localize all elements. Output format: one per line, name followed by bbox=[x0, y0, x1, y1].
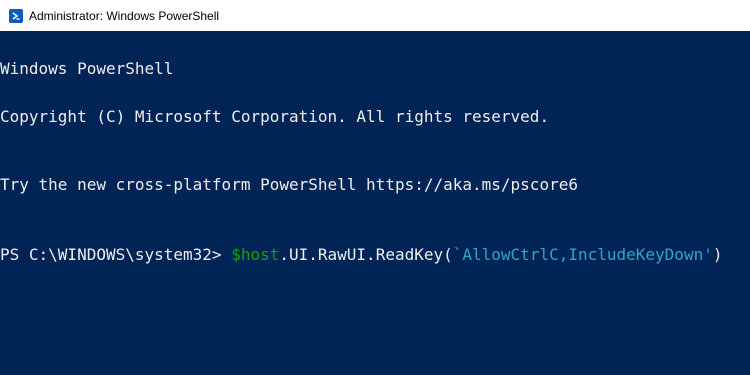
title-bar[interactable]: Administrator: Windows PowerShell bbox=[0, 0, 750, 31]
command-argument: `AllowCtrlC,IncludeKeyDown' bbox=[452, 245, 713, 264]
command-line[interactable]: PS C:\WINDOWS\system32> $host.UI.RawUI.R… bbox=[0, 247, 750, 263]
prompt-text: PS C:\WINDOWS\system32> bbox=[0, 245, 232, 264]
window-title: Administrator: Windows PowerShell bbox=[29, 8, 220, 23]
console-line-header: Windows PowerShell bbox=[0, 59, 174, 78]
command-variable: $host bbox=[231, 245, 280, 264]
console-output[interactable]: Windows PowerShell Copyright (C) Microso… bbox=[0, 29, 750, 375]
command-member: .UI.RawUI.ReadKey( bbox=[279, 245, 453, 264]
powershell-window: Administrator: Windows PowerShell Window… bbox=[0, 0, 750, 375]
command-closing: ) bbox=[712, 245, 723, 264]
console-line-copyright: Copyright (C) Microsoft Corporation. All… bbox=[0, 107, 550, 126]
powershell-icon bbox=[9, 8, 23, 23]
console-line-pscore: Try the new cross-platform PowerShell ht… bbox=[0, 175, 578, 194]
